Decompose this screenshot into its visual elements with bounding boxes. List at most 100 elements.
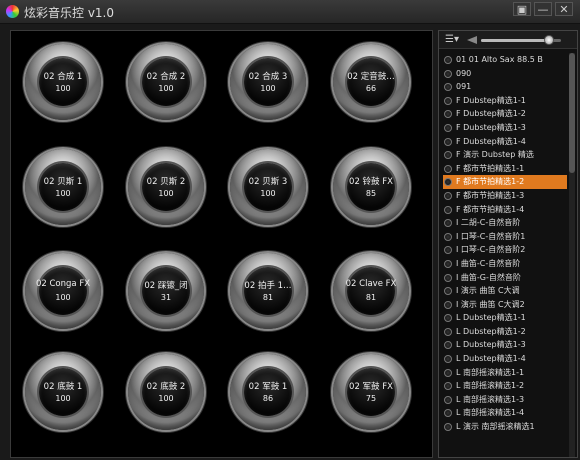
playlist-item-icon: [444, 137, 452, 146]
playlist-item-icon: [444, 83, 452, 92]
playlist-item-icon: [444, 123, 452, 132]
playlist-item-label: 091: [456, 82, 472, 92]
playlist-item-label: L 南部摇滚精选1-3: [456, 394, 525, 404]
drum-pad[interactable]: 02 Conga FX 100: [25, 253, 101, 329]
drum-pad[interactable]: 02 合成 2 100: [128, 44, 204, 120]
drum-pad-face: [244, 163, 292, 211]
minimize-button[interactable]: —: [534, 2, 552, 16]
playlist-item-icon: [444, 300, 452, 309]
drum-pad-face: [347, 163, 395, 211]
drum-pad[interactable]: 02 底鼓 1 100: [25, 354, 101, 430]
playlist-item[interactable]: 01 01 Alto Sax 88.5 B: [443, 53, 567, 67]
drum-pad-name: 02 合成 2: [146, 72, 186, 82]
drum-pad-face: [142, 267, 190, 315]
playlist-item[interactable]: I 二胡-C-自然音阶: [443, 216, 567, 230]
playlist-item[interactable]: F Dubstep精选1-1: [443, 94, 567, 108]
playlist-item[interactable]: L Dubstep精选1-2: [443, 325, 567, 339]
playlist-item-label: F Dubstep精选1-3: [456, 122, 526, 132]
playlist-item[interactable]: F Dubstep精选1-3: [443, 121, 567, 135]
drum-pad[interactable]: 02 贝斯 1 100: [25, 149, 101, 225]
drum-pad-value: 100: [55, 293, 71, 302]
drum-pad-face: [142, 163, 190, 211]
playlist-item[interactable]: F 都市节拍精选1-3: [443, 189, 567, 203]
drum-pad[interactable]: 02 铃鼓 FX 85: [333, 149, 409, 225]
playlist-item[interactable]: 090: [443, 67, 567, 81]
playlist-item-icon: [444, 273, 452, 282]
drum-pad[interactable]: 02 合成 1 100: [25, 44, 101, 120]
playlist-item-label: L Dubstep精选1-3: [456, 340, 526, 350]
playlist-item-icon: [444, 164, 452, 173]
playlist-item-label: F 都市节拍精选1-1: [456, 163, 525, 173]
playlist-item[interactable]: I 演示 曲笛 C大调2: [443, 298, 567, 312]
close-button[interactable]: ✕: [555, 2, 573, 16]
playlist-item[interactable]: L 演示 南部摇滚精选1: [443, 420, 567, 434]
drum-pad-name: 02 底鼓 1: [43, 382, 83, 392]
drum-pad-value: 100: [158, 84, 174, 93]
playlist-scrollbar-thumb[interactable]: [569, 53, 575, 173]
title-bar: 炫彩音乐控 v1.0 ▣ — ✕: [0, 0, 580, 24]
playlist-item-icon: [444, 246, 452, 255]
drum-pad[interactable]: 02 定音鼓… 66: [333, 44, 409, 120]
drum-pad-value: 86: [262, 394, 274, 403]
playlist-item-label: F 都市节拍精选1-4: [456, 204, 525, 214]
drum-pad[interactable]: 02 合成 3 100: [230, 44, 306, 120]
playlist-item[interactable]: L 南部摇滚精选1-4: [443, 406, 567, 420]
drum-pad-name: 02 踩镲_闭: [144, 281, 188, 291]
playlist-item[interactable]: I 口琴-C-自然音阶1: [443, 230, 567, 244]
drum-pad-name: 02 Clave FX: [345, 279, 397, 289]
drum-pad-value: 81: [365, 293, 377, 302]
playlist-item[interactable]: I 曲笛-C-自然音阶: [443, 257, 567, 271]
playlist-item-icon: [444, 178, 452, 187]
drum-pad-value: 100: [260, 189, 276, 198]
playlist-item[interactable]: L Dubstep精选1-1: [443, 311, 567, 325]
playlist-scrollbar[interactable]: [569, 53, 575, 457]
playlist-item-label: L Dubstep精选1-2: [456, 326, 526, 336]
volume-slider-knob[interactable]: [544, 35, 554, 45]
drum-pad[interactable]: 02 踩镲_闭 31: [128, 253, 204, 329]
playlist-item-label: F Dubstep精选1-4: [456, 136, 526, 146]
playlist-item-icon: [444, 232, 452, 241]
playlist-item[interactable]: F 都市节拍精选1-4: [443, 203, 567, 217]
drum-pad[interactable]: 02 Clave FX 81: [333, 253, 409, 329]
playlist-item-label: I 口琴-C-自然音阶1: [456, 231, 526, 241]
playlist-item[interactable]: F 都市节拍精选1-1: [443, 162, 567, 176]
playlist-item-icon: [444, 69, 452, 78]
playlist-item[interactable]: I 口琴-C-自然音阶2: [443, 243, 567, 257]
drum-pad-name: 02 底鼓 2: [146, 382, 186, 392]
playlist-item[interactable]: F Dubstep精选1-4: [443, 135, 567, 149]
playlist-item-icon: [444, 96, 452, 105]
drum-pad[interactable]: 02 底鼓 2 100: [128, 354, 204, 430]
playlist-item[interactable]: L Dubstep精选1-3: [443, 338, 567, 352]
playlist-item-label: F Dubstep精选1-2: [456, 109, 526, 119]
playlist-item-label: 090: [456, 68, 472, 78]
playlist-item[interactable]: L 南部摇滚精选1-2: [443, 379, 567, 393]
playlist-item[interactable]: I 曲笛-G-自然音阶: [443, 271, 567, 285]
drum-pad-value: 100: [55, 84, 71, 93]
playlist-menu-button[interactable]: ☰▾: [445, 34, 459, 45]
playlist-item-label: I 演示 曲笛 C大调2: [456, 299, 525, 309]
drum-pad[interactable]: 02 贝斯 3 100: [230, 149, 306, 225]
drum-pad[interactable]: 02 军鼓 FX 75: [333, 354, 409, 430]
volume-fill: [481, 39, 549, 42]
playlist-item-label: L 南部摇滚精选1-4: [456, 408, 525, 418]
drum-pad[interactable]: 02 贝斯 2 100: [128, 149, 204, 225]
playlist-item-label: I 曲笛-G-自然音阶: [456, 272, 521, 282]
playlist-item[interactable]: L 南部摇滚精选1-3: [443, 393, 567, 407]
playlist-item[interactable]: F 都市节拍精选1-2: [443, 175, 567, 189]
drum-pad-face: [347, 267, 395, 315]
restore-button[interactable]: ▣: [513, 2, 531, 16]
drum-pad-value: 66: [365, 84, 377, 93]
drum-pad-name: 02 贝斯 1: [43, 177, 83, 187]
playlist-item[interactable]: F Dubstep精选1-2: [443, 107, 567, 121]
playlist-item[interactable]: I 演示 曲笛 C大调: [443, 284, 567, 298]
drum-pad-grid: 02 合成 1 100 02 合成 2 100 02 合成 3 100 02 定音鼓… 66 0…: [10, 30, 433, 458]
playlist-item[interactable]: L Dubstep精选1-4: [443, 352, 567, 366]
drum-pad[interactable]: 02 拍手 1… 81: [230, 253, 306, 329]
drum-pad-face: [347, 368, 395, 416]
playlist-item-icon: [444, 151, 452, 160]
playlist-item[interactable]: F 演示 Dubstep 精选: [443, 148, 567, 162]
playlist-item[interactable]: 091: [443, 80, 567, 94]
drum-pad-name: 02 贝斯 2: [146, 177, 186, 187]
playlist-item[interactable]: L 南部摇滚精选1-1: [443, 366, 567, 380]
drum-pad[interactable]: 02 军鼓 1 86: [230, 354, 306, 430]
